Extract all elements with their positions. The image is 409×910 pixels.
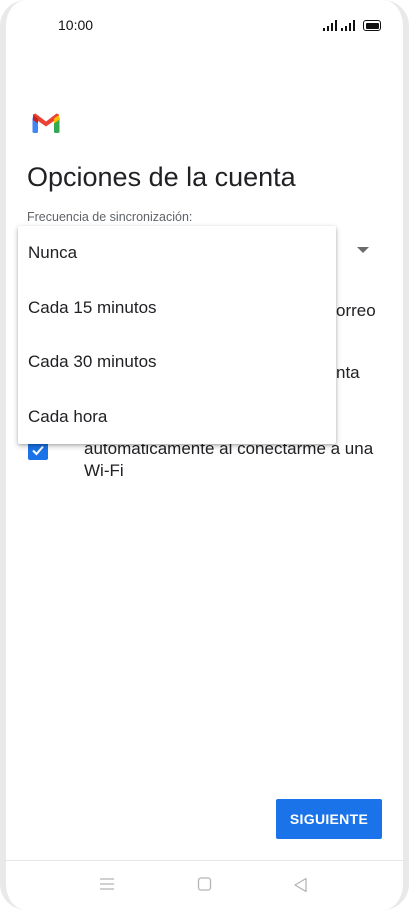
dropdown-option-hourly[interactable]: Cada hora bbox=[18, 390, 336, 444]
menu-icon[interactable] bbox=[99, 877, 115, 891]
status-bar: 10:00 bbox=[0, 0, 409, 52]
dropdown-option-30-minutes[interactable]: Cada 30 minutos bbox=[18, 335, 336, 389]
check-icon bbox=[32, 445, 44, 456]
sync-frequency-dropdown: Nunca Cada 15 minutos Cada 30 minutos Ca… bbox=[18, 226, 336, 444]
home-icon[interactable] bbox=[197, 877, 213, 891]
obscured-text-1: orreo bbox=[336, 301, 376, 320]
wifi-sync-checkbox-label: automaticamente al conectarme a una Wi-F… bbox=[84, 439, 374, 480]
dropdown-arrow-icon[interactable] bbox=[357, 247, 369, 253]
status-time: 10:00 bbox=[58, 17, 94, 33]
next-button[interactable]: SIGUIENTE bbox=[276, 799, 382, 839]
dropdown-option-never[interactable]: Nunca bbox=[18, 226, 336, 280]
battery-icon bbox=[363, 20, 381, 31]
obscured-text-2: nta bbox=[336, 363, 360, 382]
sync-frequency-label: Frecuencia de sincronización: bbox=[27, 210, 193, 224]
gmail-logo bbox=[32, 113, 60, 133]
signal-icon bbox=[323, 19, 337, 31]
signal-icon-2 bbox=[341, 19, 355, 31]
back-icon[interactable] bbox=[293, 877, 309, 893]
page-title: Opciones de la cuenta bbox=[27, 162, 296, 192]
status-icons bbox=[323, 19, 381, 31]
navigation-bar bbox=[0, 860, 409, 910]
dropdown-option-15-minutes[interactable]: Cada 15 minutos bbox=[18, 281, 336, 335]
